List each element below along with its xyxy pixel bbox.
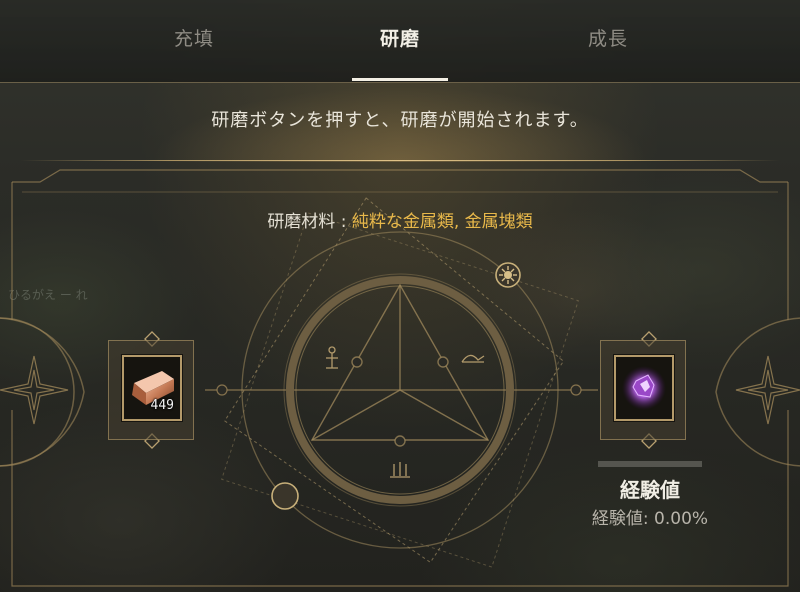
purple-crystal-icon: [622, 366, 666, 410]
sun-icon: [495, 262, 521, 288]
experience-title: 経験値: [620, 478, 680, 502]
output-item-frame[interactable]: [613, 354, 675, 422]
refine-screen: ひるがえ ー れ 充填 研磨 成長 研磨ボタンを押すと、研磨が開始されます。 研…: [0, 0, 800, 592]
input-item-frame[interactable]: 449: [121, 354, 183, 422]
item-count: 449: [150, 398, 174, 413]
output-result-slot[interactable]: [600, 340, 686, 440]
candles-icon: [390, 462, 410, 478]
material-value: 純粋な金属類, 金属塊類: [351, 212, 533, 232]
ankh-icon: [326, 346, 338, 369]
experience-value: 経験値: 0.00%: [591, 509, 709, 529]
input-material-slot[interactable]: 449: [108, 340, 194, 440]
material-label: 研磨材料 :: [267, 212, 352, 232]
compass-star-icon: [0, 355, 69, 425]
moon-icon: [271, 482, 299, 510]
refine-material-line: 研磨材料 : 純粋な金属類, 金属塊類: [0, 207, 800, 232]
experience-bar: [598, 461, 702, 467]
snail-icon: [461, 354, 485, 363]
